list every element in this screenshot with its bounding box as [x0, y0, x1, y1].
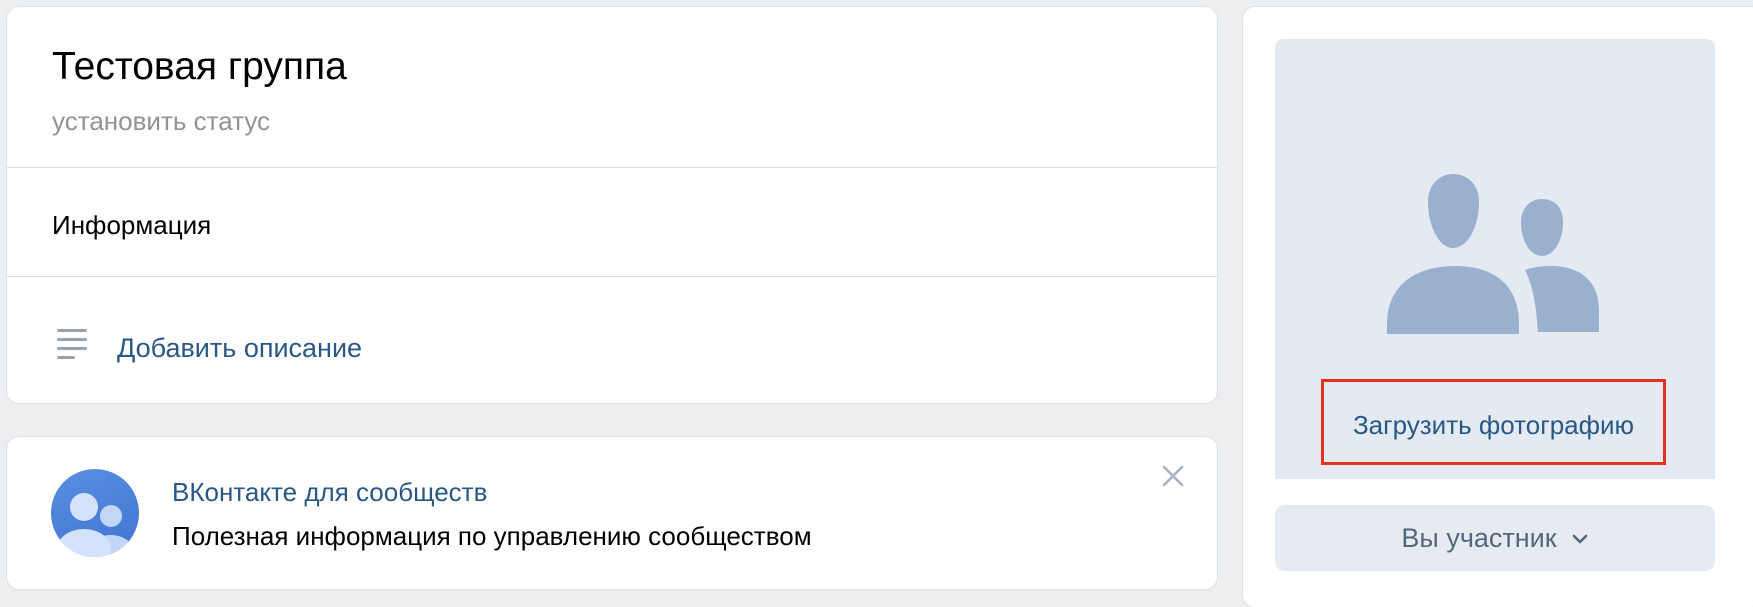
membership-label: Вы участник — [1401, 522, 1557, 553]
add-description-label: Добавить описание — [117, 333, 363, 363]
group-info-card: Тестовая группа установить статус Информ… — [7, 7, 1217, 403]
community-avatar-icon — [51, 469, 139, 557]
add-description-button[interactable]: Добавить описание — [7, 277, 1217, 403]
promo-subtitle: Полезная информация по управлению сообще… — [172, 521, 812, 551]
list-lines-icon — [57, 329, 91, 359]
membership-dropdown-button[interactable]: Вы участник — [1275, 505, 1715, 571]
upload-photo-highlight: Загрузить фотографию — [1321, 379, 1666, 465]
group-photo-card: Загрузить фотографию Вы участник — [1243, 7, 1753, 607]
chevron-down-icon — [1572, 534, 1587, 544]
promo-card: ВКонтакте для сообществ Полезная информа… — [7, 437, 1217, 589]
section-heading-information: Информация — [52, 210, 212, 240]
photo-placeholder[interactable]: Загрузить фотографию — [1275, 39, 1715, 479]
upload-photo-link[interactable]: Загрузить фотографию — [1324, 410, 1663, 441]
divider — [7, 167, 1217, 168]
close-icon[interactable] — [1159, 462, 1187, 490]
set-status-link[interactable]: установить статус — [52, 106, 270, 137]
page-title: Тестовая группа — [52, 45, 347, 88]
promo-title-link[interactable]: ВКонтакте для сообществ — [172, 477, 487, 508]
group-users-icon — [1387, 174, 1599, 334]
